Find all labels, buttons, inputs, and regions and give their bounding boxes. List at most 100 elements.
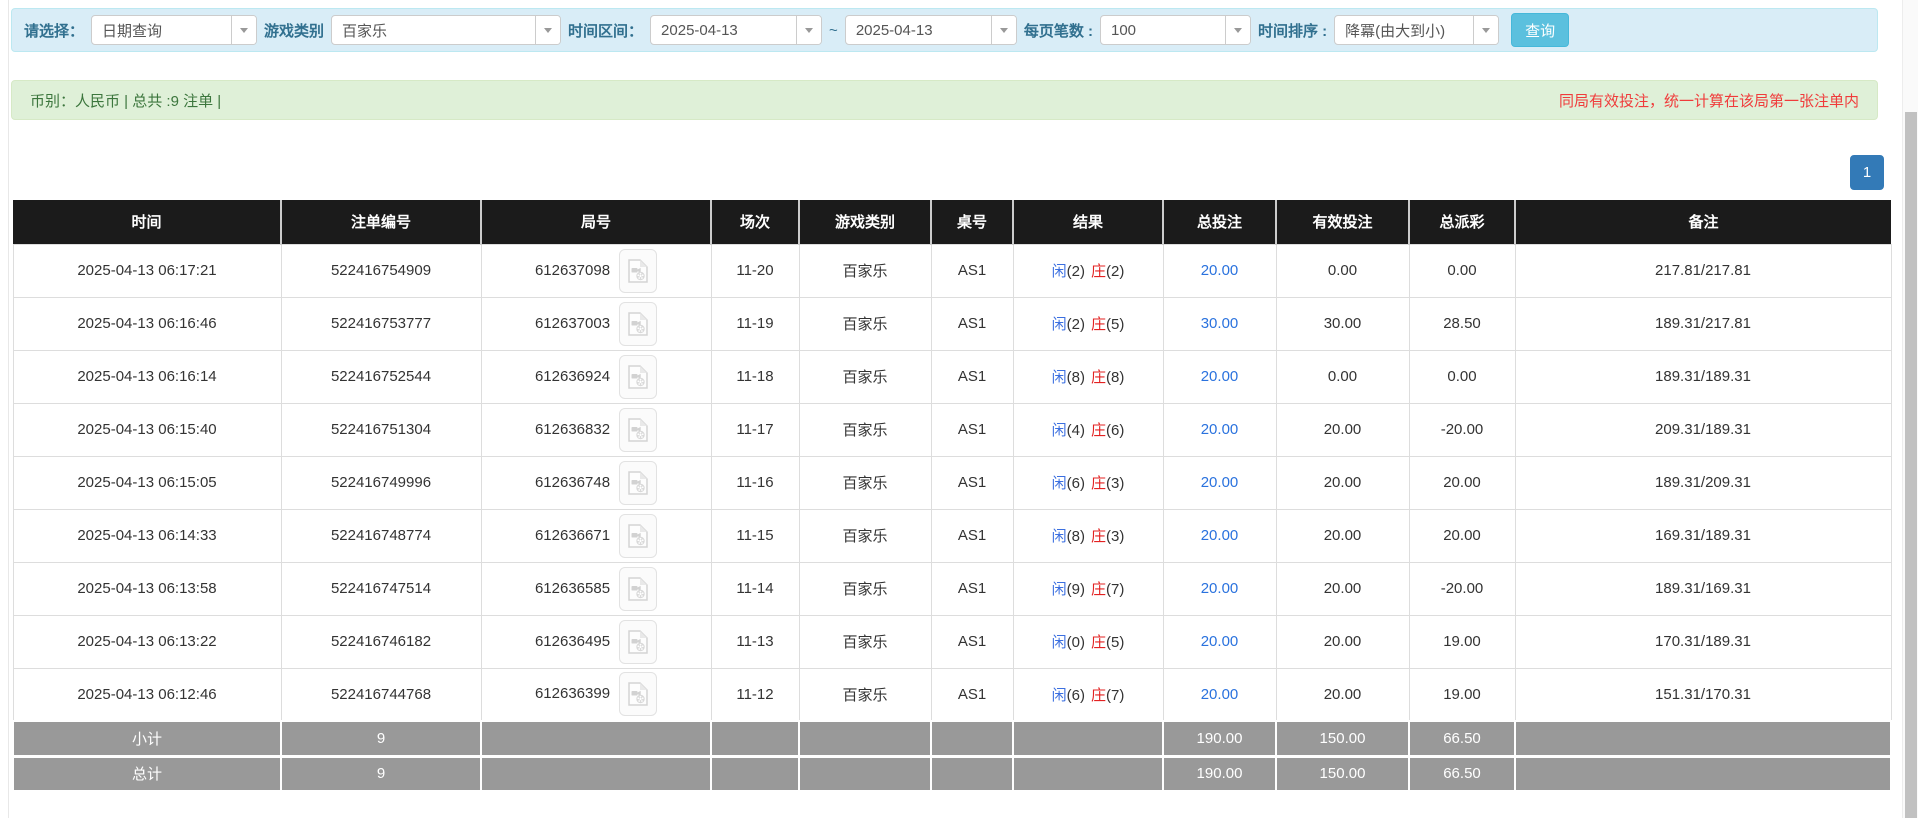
total-bet-link[interactable]: 20.00 (1201, 262, 1239, 279)
header-time: 时间 (13, 200, 281, 244)
total-bet-link[interactable]: 20.00 (1201, 474, 1239, 491)
cell-time: 2025-04-13 06:16:46 (13, 297, 281, 350)
cell-payout: 20.00 (1409, 509, 1515, 562)
cell-valid-bet: 30.00 (1276, 297, 1409, 350)
vertical-scrollbar[interactable] (1902, 0, 1918, 818)
total-bet-link[interactable]: 20.00 (1201, 368, 1239, 385)
banker-score: (7) (1106, 687, 1124, 704)
video-replay-icon (628, 577, 648, 601)
cell-round-id: 612636399 (481, 668, 711, 721)
round-id-text: 612636832 (535, 420, 610, 437)
cell-result: 闲(2)庄(5) (1013, 297, 1163, 350)
table-row: 2025-04-13 06:14:33 522416748774 6126366… (13, 509, 1891, 562)
header-session: 场次 (711, 200, 799, 244)
header-game: 游戏类别 (799, 200, 931, 244)
cell-remark: 169.31/189.31 (1515, 509, 1891, 562)
player-score: (4) (1067, 422, 1085, 439)
video-replay-button[interactable] (619, 672, 657, 716)
cell-result: 闲(0)庄(5) (1013, 615, 1163, 668)
cell-round-id: 612637003 (481, 297, 711, 350)
banker-label: 庄 (1091, 581, 1106, 598)
filter-bar: 请选择： 日期查询 游戏类别 百家乐 时间区间： 2025-04-13 ~ 20… (11, 8, 1878, 52)
page-1-button[interactable]: 1 (1850, 155, 1884, 190)
video-replay-button[interactable] (619, 408, 657, 452)
date-to-select[interactable]: 2025-04-13 (845, 15, 1017, 45)
cell-time: 2025-04-13 06:16:14 (13, 350, 281, 403)
header-valid-bet: 有效投注 (1276, 200, 1409, 244)
cell-round-id: 612637098 (481, 244, 711, 297)
banker-score: (7) (1106, 581, 1124, 598)
subtotal-label: 小计 (13, 721, 281, 756)
cell-session: 11-17 (711, 403, 799, 456)
banker-score: (2) (1106, 263, 1124, 280)
player-score: (6) (1067, 475, 1085, 492)
banker-score: (5) (1106, 634, 1124, 651)
scrollbar-thumb[interactable] (1905, 112, 1917, 818)
round-id-text: 612636748 (535, 473, 610, 490)
chevron-down-icon (991, 16, 1016, 44)
game-type-select[interactable]: 百家乐 (331, 15, 561, 45)
total-bet-link[interactable]: 20.00 (1201, 527, 1239, 544)
cell-session: 11-15 (711, 509, 799, 562)
notice-text: 同局有效投注，统一计算在该局第一张注单内 (1559, 90, 1859, 111)
cell-table: AS1 (931, 244, 1013, 297)
cell-game: 百家乐 (799, 668, 931, 721)
video-replay-button[interactable] (619, 514, 657, 558)
date-from-value: 2025-04-13 (651, 16, 796, 44)
cell-total-bet: 30.00 (1163, 297, 1276, 350)
video-replay-button[interactable] (619, 620, 657, 664)
player-score: (0) (1067, 634, 1085, 651)
cell-game: 百家乐 (799, 456, 931, 509)
banker-label: 庄 (1091, 369, 1106, 386)
video-replay-button[interactable] (619, 302, 657, 346)
cell-result: 闲(8)庄(8) (1013, 350, 1163, 403)
total-bet-link[interactable]: 20.00 (1201, 686, 1239, 703)
page-size-select[interactable]: 100 (1100, 15, 1251, 45)
cell-total-bet: 20.00 (1163, 668, 1276, 721)
cell-remark: 151.31/170.31 (1515, 668, 1891, 721)
video-replay-button[interactable] (619, 355, 657, 399)
total-total-bet: 190.00 (1163, 756, 1276, 791)
video-replay-button[interactable] (619, 249, 657, 293)
total-bet-link[interactable]: 20.00 (1201, 421, 1239, 438)
game-type-value: 百家乐 (332, 16, 535, 44)
page-size-label: 每页笔数 : (1024, 20, 1093, 41)
video-replay-button[interactable] (619, 567, 657, 611)
table-row: 2025-04-13 06:17:21 522416754909 6126370… (13, 244, 1891, 297)
cell-valid-bet: 20.00 (1276, 668, 1409, 721)
cell-payout: 28.50 (1409, 297, 1515, 350)
table-row: 2025-04-13 06:16:46 522416753777 6126370… (13, 297, 1891, 350)
cell-total-bet: 20.00 (1163, 562, 1276, 615)
search-button[interactable]: 查询 (1511, 13, 1569, 47)
cell-valid-bet: 20.00 (1276, 456, 1409, 509)
total-bet-link[interactable]: 20.00 (1201, 633, 1239, 650)
total-valid-bet: 150.00 (1276, 756, 1409, 791)
header-result: 结果 (1013, 200, 1163, 244)
player-score: (6) (1067, 687, 1085, 704)
cell-result: 闲(2)庄(2) (1013, 244, 1163, 297)
header-total-bet: 总投注 (1163, 200, 1276, 244)
cell-remark: 209.31/189.31 (1515, 403, 1891, 456)
cell-bet-id: 522416744768 (281, 668, 481, 721)
banker-label: 庄 (1091, 316, 1106, 333)
date-from-select[interactable]: 2025-04-13 (650, 15, 822, 45)
round-id-text: 612637098 (535, 261, 610, 278)
cell-total-bet: 20.00 (1163, 350, 1276, 403)
round-id-text: 612636924 (535, 367, 610, 384)
chevron-down-icon (1473, 16, 1498, 44)
cell-valid-bet: 20.00 (1276, 615, 1409, 668)
query-type-select[interactable]: 日期查询 (91, 15, 257, 45)
total-bet-link[interactable]: 30.00 (1201, 315, 1239, 332)
time-sort-select[interactable]: 降冪(由大到小) (1334, 15, 1499, 45)
subtotal-payout: 66.50 (1409, 721, 1515, 756)
video-replay-button[interactable] (619, 461, 657, 505)
subtotal-valid-bet: 150.00 (1276, 721, 1409, 756)
player-label: 闲 (1052, 369, 1067, 386)
time-sort-label: 时间排序 : (1258, 20, 1327, 41)
cell-game: 百家乐 (799, 615, 931, 668)
total-bet-link[interactable]: 20.00 (1201, 580, 1239, 597)
cell-session: 11-16 (711, 456, 799, 509)
cell-bet-id: 522416749996 (281, 456, 481, 509)
table-row: 2025-04-13 06:15:40 522416751304 6126368… (13, 403, 1891, 456)
cell-session: 11-18 (711, 350, 799, 403)
